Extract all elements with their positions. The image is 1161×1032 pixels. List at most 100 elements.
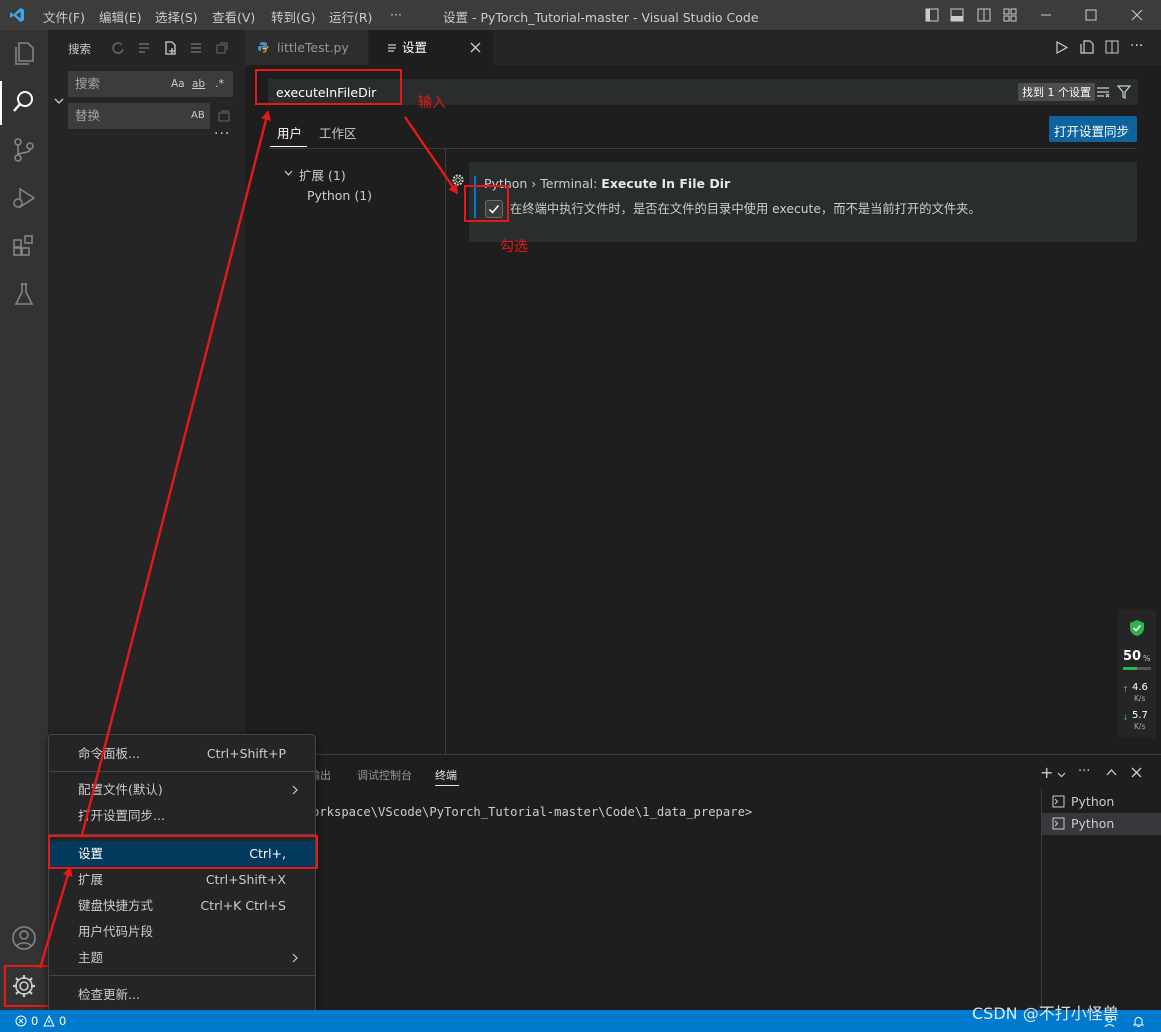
settings-lines-icon xyxy=(388,44,396,52)
source-control-icon[interactable] xyxy=(10,136,38,164)
search-icon[interactable] xyxy=(10,88,38,116)
testing-flask-icon[interactable] xyxy=(10,280,38,308)
menu-more[interactable]: ··· xyxy=(390,7,402,22)
vscode-logo-icon xyxy=(10,8,24,22)
download-speed: 5.7 xyxy=(1132,710,1148,721)
terminal-prompt[interactable]: orkspace\VScode\PyTorch_Tutorial-master\… xyxy=(312,805,752,819)
terminal-list-item-2[interactable]: Python xyxy=(1042,813,1161,835)
menu-item-extensions[interactable]: 扩展 Ctrl+Shift+X xyxy=(49,867,315,893)
sidebar-title: 搜索 xyxy=(68,42,91,56)
menu-edit[interactable]: 编辑(E) xyxy=(99,7,142,26)
panel-tab-terminal[interactable]: 终端 xyxy=(435,767,457,783)
menu-item-keyboard-shortcuts[interactable]: 键盘快捷方式 Ctrl+K Ctrl+S xyxy=(49,893,315,919)
toc-extensions[interactable]: 扩展 (1) xyxy=(299,165,346,184)
customize-layout-icon[interactable] xyxy=(1003,8,1017,22)
setting-description: 在终端中执行文件时，是否在文件的目录中使用 execute，而不是当前打开的文件… xyxy=(510,202,981,216)
close-tab-icon[interactable] xyxy=(470,42,481,53)
terminal-tab-underline xyxy=(435,785,459,786)
preserve-case-option[interactable]: AB xyxy=(191,103,205,129)
terminal-icon xyxy=(1052,795,1065,808)
explorer-icon[interactable] xyxy=(10,39,38,67)
menu-item-user-snippets[interactable]: 用户代码片段 xyxy=(49,919,315,945)
menu-view[interactable]: 查看(V) xyxy=(212,7,255,26)
view-as-tree-icon[interactable] xyxy=(189,41,203,55)
maximize-icon[interactable] xyxy=(1084,8,1098,22)
menu-file[interactable]: 文件(F) xyxy=(43,7,85,26)
editor-more-actions-icon[interactable]: ··· xyxy=(1130,38,1143,54)
match-whole-word-option[interactable]: ab xyxy=(192,71,205,97)
shield-check-icon xyxy=(1130,620,1144,636)
clear-filter-icon[interactable] xyxy=(1096,85,1110,99)
toggle-secondary-sidebar-icon[interactable] xyxy=(977,8,991,22)
checkbox-highlight-box xyxy=(464,185,509,222)
close-panel-icon[interactable] xyxy=(1131,767,1142,778)
toggle-sidebar-icon[interactable] xyxy=(925,8,939,22)
warning-icon xyxy=(43,1015,55,1027)
setting-title: Python › Terminal: Execute In File Dir xyxy=(484,176,731,191)
watermark-text: CSDN @不打小怪兽 xyxy=(972,1004,1119,1023)
replace-input[interactable]: 替换 AB xyxy=(68,103,210,129)
search-input[interactable]: 搜索 Aa ab .* xyxy=(68,71,233,97)
menu-item-command-palette[interactable]: 命令面板... Ctrl+Shift+P xyxy=(49,741,315,767)
scope-tab-user[interactable]: 用户 xyxy=(277,123,302,142)
clear-results-icon[interactable] xyxy=(137,41,151,55)
annotation-input: 输入 xyxy=(418,95,446,111)
minimize-icon[interactable] xyxy=(1039,8,1053,22)
use-regex-option[interactable]: .* xyxy=(215,71,224,97)
menu-separator xyxy=(49,771,315,772)
title-bar: 文件(F) 编辑(E) 选择(S) 查看(V) 转到(G) 运行(R) ··· … xyxy=(0,0,1161,30)
usage-bar xyxy=(1123,667,1151,670)
toggle-replace-chevron-icon[interactable] xyxy=(54,96,64,106)
run-python-file-icon[interactable] xyxy=(1055,41,1068,54)
match-case-option[interactable]: Aa xyxy=(171,71,185,97)
expand-chevron-icon[interactable] xyxy=(284,169,293,178)
refresh-icon[interactable] xyxy=(111,41,125,55)
tab-littletest[interactable]: littleTest.py xyxy=(245,30,368,65)
setting-item-execute-in-file-dir: Python › Terminal: Execute In File Dir 在… xyxy=(469,162,1137,242)
toc-python[interactable]: Python (1) xyxy=(307,188,372,203)
terminal-list-item-1[interactable]: Python xyxy=(1042,791,1161,813)
upload-arrow-icon: ↑ xyxy=(1122,685,1129,694)
scope-tab-workspace[interactable]: 工作区 xyxy=(319,123,357,142)
open-settings-json-icon[interactable] xyxy=(1080,40,1094,54)
menu-selection[interactable]: 选择(S) xyxy=(155,7,198,26)
run-debug-icon[interactable] xyxy=(10,184,38,212)
menu-item-check-updates[interactable]: 检查更新... xyxy=(49,982,315,1008)
window-title: 设置 - PyTorch_Tutorial-master - Visual St… xyxy=(443,10,759,25)
split-editor-icon[interactable] xyxy=(1105,40,1119,54)
download-arrow-icon: ↓ xyxy=(1122,713,1129,722)
accounts-icon[interactable] xyxy=(10,924,38,952)
menu-separator xyxy=(49,975,315,976)
menu-go[interactable]: 转到(G) xyxy=(271,7,315,26)
terminal-dropdown-icon[interactable] xyxy=(1057,770,1066,779)
setting-gear-icon[interactable] xyxy=(451,173,465,187)
filter-icon[interactable] xyxy=(1117,85,1131,99)
notifications-bell-icon[interactable] xyxy=(1132,1015,1145,1028)
panel-more-icon[interactable]: ··· xyxy=(1078,764,1090,779)
new-terminal-plus-icon[interactable]: + xyxy=(1040,763,1053,782)
extensions-icon[interactable] xyxy=(10,232,38,260)
found-count-badge: 找到 1 个设置 xyxy=(1018,83,1095,101)
editor-tabs: littleTest.py 设置 ··· xyxy=(245,30,1161,65)
sync-settings-button[interactable]: 打开设置同步 xyxy=(1049,116,1137,142)
cpu-percent: 50 xyxy=(1123,649,1142,664)
menu-item-themes[interactable]: 主题 xyxy=(49,945,315,971)
menu-item-profiles[interactable]: 配置文件(默认) xyxy=(49,777,315,803)
active-indicator xyxy=(0,81,2,125)
maximize-panel-icon[interactable] xyxy=(1106,767,1117,778)
collapse-all-icon[interactable] xyxy=(215,41,229,55)
python-file-icon xyxy=(258,42,269,53)
network-monitor-widget: 50 % ↑ 4.6 K/s ↓ 5.7 K/s xyxy=(1118,610,1156,738)
close-window-icon[interactable] xyxy=(1130,8,1144,22)
toggle-panel-icon[interactable] xyxy=(950,8,964,22)
submenu-chevron-icon xyxy=(292,953,298,963)
more-options-icon[interactable]: ··· xyxy=(214,126,230,142)
menu-run[interactable]: 运行(R) xyxy=(329,7,372,26)
replace-all-icon[interactable] xyxy=(217,109,231,123)
panel-tab-debug-console[interactable]: 调试控制台 xyxy=(357,767,412,783)
tab-settings[interactable]: 设置 xyxy=(369,30,493,65)
new-search-editor-icon[interactable] xyxy=(163,41,177,55)
menu-item-settings-sync[interactable]: 打开设置同步... xyxy=(49,803,315,829)
settings-item-highlight-box xyxy=(48,835,318,869)
activity-bar xyxy=(0,30,48,1010)
